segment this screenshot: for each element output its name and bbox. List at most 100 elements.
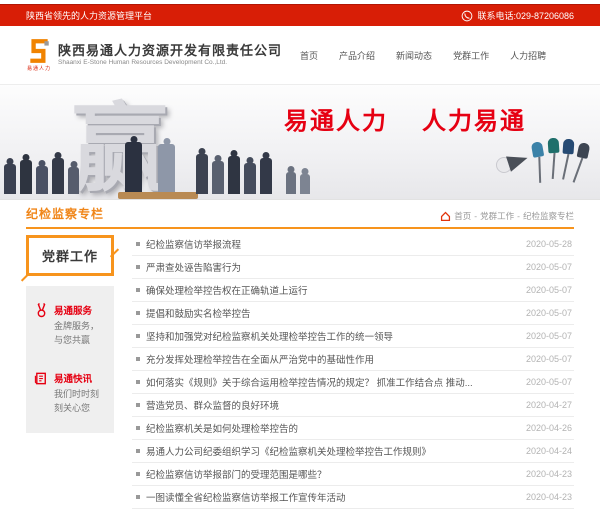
- microphone-icon: [562, 138, 575, 155]
- logo-icon: [30, 39, 49, 63]
- article-date: 2020-05-28: [525, 239, 572, 249]
- nav-item-party[interactable]: 党群工作: [453, 49, 489, 62]
- article-date: 2020-04-27: [525, 400, 572, 410]
- person-figure-handshake: [125, 142, 142, 194]
- company-name-block: 陕西易通人力资源开发有限责任公司 Shaanxi E-Stone Human R…: [58, 42, 283, 66]
- person-figure: [4, 164, 16, 194]
- bullet-icon: [136, 357, 140, 361]
- slogan-part-2: 人力易通: [422, 108, 526, 135]
- sidebar-item-service[interactable]: 易通服务 金牌服务，与您共赢: [34, 303, 106, 347]
- section-header: 纪检监察专栏 首页 - 党群工作 - 纪检监察专栏: [26, 205, 574, 229]
- breadcrumb-current: 纪检监察专栏: [522, 211, 574, 221]
- article-row[interactable]: 提倡和鼓励实名检举控告 2020-05-07: [132, 302, 574, 325]
- article-title[interactable]: 营造党员、群众监督的良好环境: [146, 398, 526, 412]
- banner-slogan: 易通人力 人力易通: [284, 101, 526, 136]
- article-title[interactable]: 纪检监察机关是如何处理检举控告的: [146, 421, 526, 435]
- home-icon: [441, 211, 451, 221]
- person-figure: [196, 154, 208, 194]
- article-date: 2020-04-24: [525, 446, 572, 456]
- article-date: 2020-05-07: [525, 377, 572, 387]
- article-title[interactable]: 纪检监察信访举报部门的受理范围是哪些？: [146, 467, 526, 481]
- article-row[interactable]: 充分发挥处理检举控告在全面从严治党中的基础性作用 2020-05-07: [132, 348, 574, 371]
- article-row[interactable]: 一图读懂全省纪检监察信访举报工作宣传年活动 2020-04-23: [132, 486, 574, 509]
- content-area: 纪检监察专栏 首页 - 党群工作 - 纪检监察专栏 党群工作 易通服务 金牌服务…: [0, 200, 600, 509]
- company-logo[interactable]: 易通人力: [26, 38, 52, 72]
- article-title[interactable]: 一图读懂全省纪检监察信访举报工作宣传年活动: [146, 490, 526, 504]
- sidebar-item-desc: 我们时时刻刻关心您: [54, 389, 100, 413]
- article-row[interactable]: 纪检监察信访举报部门的受理范围是哪些？ 2020-04-23: [132, 463, 574, 486]
- sidebar-item-desc: 金牌服务，与您共赢: [54, 321, 100, 345]
- sidebar-item-news[interactable]: 易通快讯 我们时时刻刻关心您: [34, 371, 106, 415]
- bullet-icon: [136, 242, 140, 246]
- article-row[interactable]: 易通人力公司纪委组织学习《纪检监察机关处理检举控告工作规则》 2020-04-2…: [132, 440, 574, 463]
- bullet-icon: [136, 426, 140, 430]
- bullet-icon: [136, 403, 140, 407]
- article-date: 2020-04-26: [525, 423, 572, 433]
- nav-item-news[interactable]: 新闻动态: [396, 49, 432, 62]
- phone-icon: [462, 10, 473, 21]
- nav-item-products[interactable]: 产品介绍: [339, 49, 375, 62]
- article-date: 2020-05-07: [525, 308, 572, 318]
- desk-illustration: [118, 192, 198, 199]
- bullet-icon: [136, 334, 140, 338]
- top-bar: 陕西省领先的人力资源管理平台 联系电话:029-87206086: [0, 4, 600, 26]
- person-figure: [20, 160, 32, 194]
- person-figure: [52, 158, 64, 194]
- person-figure: [286, 172, 296, 194]
- article-date: 2020-04-23: [525, 469, 572, 479]
- article-title[interactable]: 坚持和加强党对纪检监察机关处理检举控告工作的统一领导: [146, 329, 526, 343]
- company-name-en: Shaanxi E-Stone Human Resources Developm…: [58, 58, 228, 66]
- breadcrumb-home[interactable]: 首页: [454, 210, 471, 222]
- sidebar-panel: 易通服务 金牌服务，与您共赢 易通快讯 我们时时刻刻关心您: [26, 286, 114, 433]
- person-figure: [36, 166, 48, 194]
- article-title[interactable]: 充分发挥处理检举控告在全面从严治党中的基础性作用: [146, 352, 526, 366]
- article-title[interactable]: 如何落实《规则》关于综合运用检举控告情况的规定？ 抓准工作结合点 推动...: [146, 375, 526, 389]
- bullet-icon: [136, 265, 140, 269]
- site-header: 易通人力 陕西易通人力资源开发有限责任公司 Shaanxi E-Stone Hu…: [0, 26, 600, 85]
- logo-caption: 易通人力: [26, 66, 51, 72]
- person-figure: [212, 161, 224, 194]
- megaphone-icon: [506, 150, 530, 172]
- article-row[interactable]: 确保处理检举控告权在正确轨道上运行 2020-05-07: [132, 279, 574, 302]
- bullet-icon: [136, 495, 140, 499]
- contact-phone: 联系电话:029-87206086: [461, 9, 574, 22]
- article-row[interactable]: 纪检监察信访举报流程 2020-05-28: [132, 233, 574, 256]
- person-figure: [244, 163, 256, 194]
- sidebar-item-title: 易通快讯: [54, 374, 93, 385]
- news-icon: [34, 372, 46, 385]
- article-date: 2020-05-07: [525, 285, 572, 295]
- banner-win-character: 赢: [72, 93, 168, 200]
- article-row[interactable]: 坚持和加强党对纪检监察机关处理检举控告工作的统一领导 2020-05-07: [132, 325, 574, 348]
- article-date: 2020-05-07: [525, 354, 572, 364]
- microphone-icon: [547, 137, 560, 154]
- breadcrumb-separator: -: [474, 211, 478, 221]
- article-row[interactable]: 如何落实《规则》关于综合运用检举控告情况的规定？ 抓准工作结合点 推动... 2…: [132, 371, 574, 394]
- microphone-icon: [576, 142, 591, 159]
- article-list: 纪检监察信访举报流程 2020-05-28 严肃查处诬告陷害行为 2020-05…: [132, 233, 574, 509]
- article-date: 2020-05-07: [525, 262, 572, 272]
- sidebar: 党群工作 易通服务 金牌服务，与您共赢 易通快讯 我们时时刻刻关心您: [26, 233, 114, 509]
- site-tagline: 陕西省领先的人力资源管理平台: [26, 11, 153, 21]
- slogan-part-1: 易通人力: [284, 108, 388, 135]
- company-name-cn: 陕西易通人力资源开发有限责任公司: [58, 42, 283, 58]
- sidebar-item-title: 易通服务: [54, 306, 93, 317]
- bullet-icon: [136, 380, 140, 384]
- article-row[interactable]: 营造党员、群众监督的良好环境 2020-04-27: [132, 394, 574, 417]
- sidebar-title: 党群工作: [26, 235, 114, 276]
- person-figure: [68, 167, 79, 194]
- person-figure: [228, 156, 240, 194]
- article-title[interactable]: 严肃查处诬告陷害行为: [146, 260, 526, 274]
- phone-number: 联系电话:029-87206086: [477, 11, 574, 21]
- article-title[interactable]: 确保处理检举控告权在正确轨道上运行: [146, 283, 526, 297]
- person-figure: [260, 158, 272, 194]
- article-title[interactable]: 易通人力公司纪委组织学习《纪检监察机关处理检举控告工作规则》: [146, 444, 526, 458]
- article-date: 2020-04-23: [525, 492, 572, 502]
- article-row[interactable]: 纪检监察机关是如何处理检举控告的 2020-04-26: [132, 417, 574, 440]
- article-title[interactable]: 提倡和鼓励实名检举控告: [146, 306, 526, 320]
- nav-item-home[interactable]: 首页: [300, 49, 318, 62]
- person-figure-handshake: [158, 144, 175, 194]
- article-title[interactable]: 纪检监察信访举报流程: [146, 237, 526, 251]
- nav-item-recruit[interactable]: 人力招聘: [510, 49, 546, 62]
- article-row[interactable]: 严肃查处诬告陷害行为 2020-05-07: [132, 256, 574, 279]
- breadcrumb-party[interactable]: 党群工作: [480, 210, 514, 222]
